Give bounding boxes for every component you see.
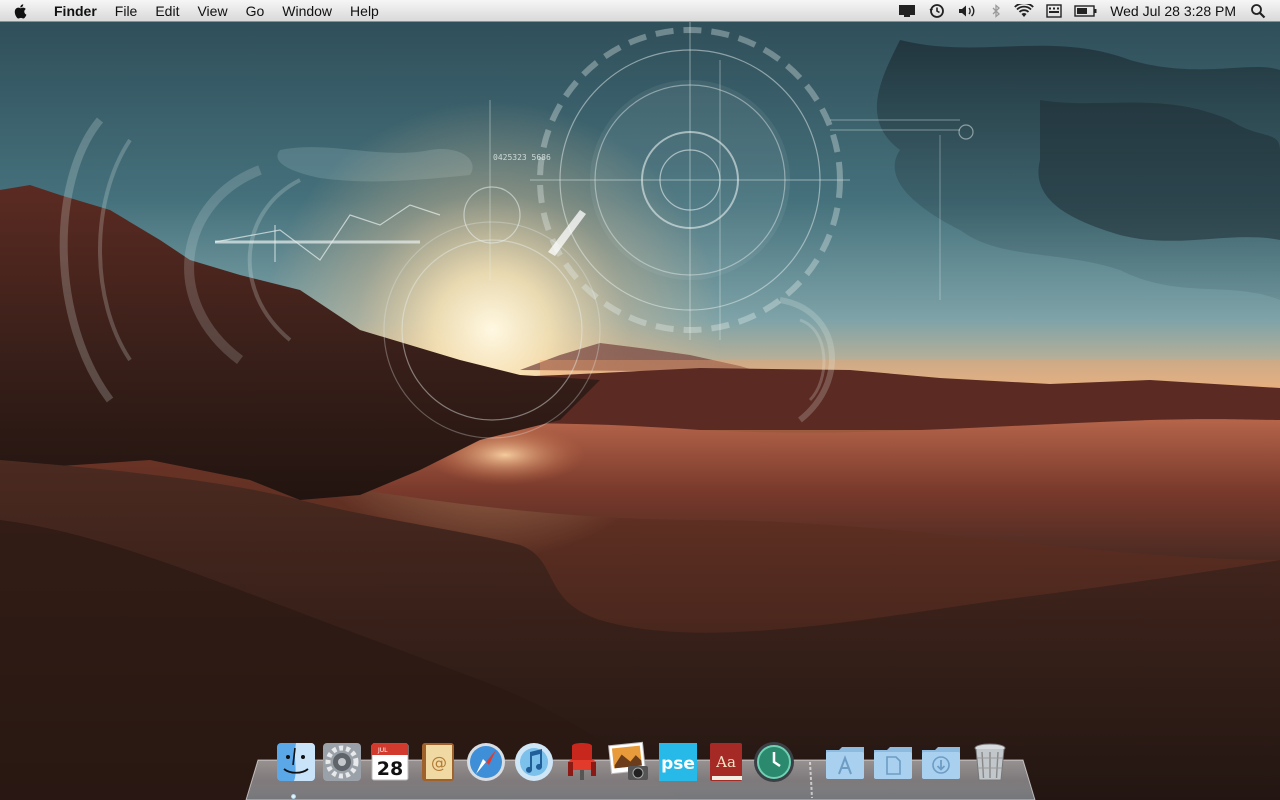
menu-go[interactable]: Go (237, 0, 274, 22)
dock-documents-folder[interactable] (871, 740, 915, 784)
dock-ical[interactable]: JUL 28 (368, 740, 412, 784)
wifi-icon[interactable] (1008, 0, 1040, 22)
display-mirroring-icon[interactable] (892, 0, 922, 22)
dock-itunes[interactable] (512, 740, 556, 784)
svg-text:@: @ (431, 753, 447, 772)
trash-icon (974, 743, 1006, 781)
menu-edit[interactable]: Edit (146, 0, 188, 22)
dock-photo-booth[interactable] (560, 740, 604, 784)
volume-icon[interactable] (952, 0, 984, 22)
dock-downloads-folder[interactable] (919, 740, 963, 784)
hud-readout: 0425323 5686 (493, 153, 551, 162)
menu-clock[interactable]: Wed Jul 28 3:28 PM (1104, 3, 1244, 19)
documents-folder-icon (874, 747, 912, 779)
time-machine-icon[interactable] (922, 0, 952, 22)
dock-dictionary[interactable]: Aa (704, 740, 748, 784)
dictionary-icon: Aa (710, 743, 742, 781)
system-preferences-icon (323, 743, 361, 781)
iphoto-icon (608, 741, 648, 780)
spotlight-icon[interactable] (1244, 0, 1272, 22)
menu-view[interactable]: View (188, 0, 236, 22)
dictionary-label: Aa (715, 753, 736, 771)
time-machine-app-icon (754, 742, 794, 782)
calendar-month: JUL (377, 747, 388, 754)
menu-bar-left: Finder File Edit View Go Window Help (0, 0, 388, 22)
pse-icon: pse (659, 743, 697, 781)
menu-file[interactable]: File (106, 0, 147, 22)
menu-bar: Finder File Edit View Go Window Help Wed… (0, 0, 1280, 22)
menu-window[interactable]: Window (273, 0, 341, 22)
dock-address-book[interactable]: @ (416, 740, 460, 784)
safari-compass-icon (467, 743, 505, 781)
dock-system-preferences[interactable] (320, 740, 364, 784)
apple-menu[interactable] (0, 0, 40, 22)
applications-folder-icon (826, 747, 864, 779)
photo-booth-chair-icon (568, 743, 596, 780)
dock-applications-folder[interactable] (823, 740, 867, 784)
address-book-icon: @ (422, 743, 454, 781)
calendar-day: 28 (377, 758, 403, 780)
menu-bar-right: Wed Jul 28 3:28 PM (892, 0, 1280, 22)
menu-help[interactable]: Help (341, 0, 388, 22)
bluetooth-icon[interactable] (984, 0, 1008, 22)
dock-finder[interactable] (274, 740, 318, 784)
dock-safari[interactable] (464, 740, 508, 784)
dock-iphoto[interactable] (608, 740, 652, 784)
itunes-icon (515, 743, 553, 781)
finder-icon (277, 743, 315, 781)
pse-label: pse (661, 754, 695, 774)
calendar-icon: JUL 28 (371, 743, 409, 781)
dock-time-machine[interactable] (752, 740, 796, 784)
running-app-indicator (291, 794, 296, 799)
battery-icon[interactable] (1068, 0, 1104, 22)
dock-photoshop-elements[interactable]: pse (656, 740, 700, 784)
downloads-folder-icon (922, 747, 960, 779)
dock-trash[interactable] (968, 740, 1012, 784)
desktop-wallpaper: 0425323 5686 (0, 0, 1280, 800)
apple-logo-icon (14, 3, 27, 19)
menu-app-name[interactable]: Finder (40, 0, 106, 22)
keyboard-input-icon[interactable] (1040, 0, 1068, 22)
